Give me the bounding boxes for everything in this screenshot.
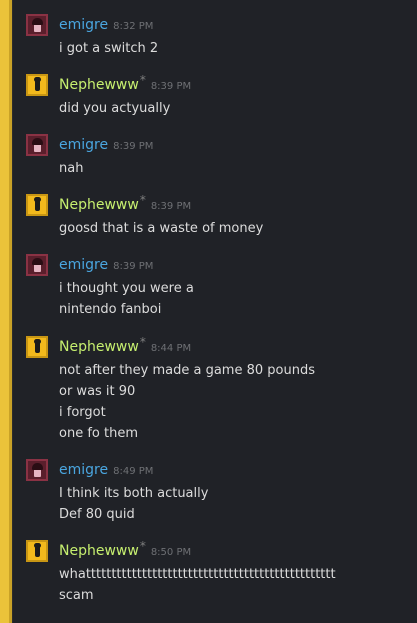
message-header: emigre 8:39 PM	[59, 134, 153, 154]
star-mark: *	[139, 73, 146, 87]
timestamp: 8:49 PM	[113, 466, 154, 477]
message-header: Nephewww* 8:50 PM	[59, 539, 192, 560]
pink-character-avatar-icon[interactable]	[26, 254, 48, 276]
author-name[interactable]: Nephewww	[59, 197, 139, 213]
pink-character-avatar-icon[interactable]	[26, 14, 48, 36]
star-mark: *	[139, 193, 146, 207]
chat-message: Nephewww* 8:50 PM whatttttttttttttttttttt…	[26, 539, 417, 606]
chat-message: Nephewww* 8:44 PM not after they made a g…	[26, 335, 417, 444]
gold-character-avatar-icon[interactable]	[26, 540, 48, 562]
chat-message: emigre 8:32 PM i got a switch 2	[26, 14, 417, 58]
message-header: Nephewww* 8:44 PM	[59, 335, 192, 356]
timestamp: 8:39 PM	[150, 201, 192, 212]
accent-bar	[0, 0, 13, 623]
message-line: one fo them	[59, 426, 138, 441]
author-name[interactable]: emigre	[59, 17, 108, 33]
message-header: Nephewww* 8:39 PM	[59, 193, 192, 214]
timestamp: 8:39 PM	[113, 261, 154, 272]
author-name[interactable]: emigre	[59, 137, 108, 153]
gold-character-avatar-icon[interactable]	[26, 74, 48, 96]
message-line: whattttttttttttttttttttttttttttttttttttt…	[59, 567, 336, 582]
message-header: emigre 8:39 PM	[59, 254, 153, 274]
pink-character-avatar-icon[interactable]	[26, 134, 48, 156]
gold-character-avatar-icon[interactable]	[26, 194, 48, 216]
author-name[interactable]: Nephewww	[59, 77, 139, 93]
message-body: not after they made a game 80 pounds or …	[59, 360, 407, 444]
author-name[interactable]: Nephewww	[59, 339, 139, 355]
message-line: i thought you were a	[59, 281, 194, 296]
message-body: i thought you were a nintendo fanboi	[59, 278, 407, 320]
message-line: nah	[59, 161, 84, 176]
timestamp: 8:39 PM	[150, 81, 192, 92]
chat-message: emigre 8:39 PM i thought you were a ninte…	[26, 254, 417, 320]
timestamp: 8:50 PM	[150, 547, 192, 558]
message-line: did you actyually	[59, 101, 171, 116]
author-name[interactable]: emigre	[59, 462, 108, 478]
author-name[interactable]: Nephewww	[59, 543, 139, 559]
timestamp: 8:44 PM	[150, 343, 192, 354]
star-mark: *	[139, 539, 146, 553]
timestamp: 8:32 PM	[113, 21, 154, 32]
message-line: scam	[59, 588, 94, 603]
chat-message: emigre 8:39 PM nah	[26, 134, 417, 178]
message-line: i got a switch 2	[59, 41, 159, 56]
message-line: Def 80 quid	[59, 507, 135, 522]
message-line: nintendo fanboi	[59, 302, 162, 317]
star-mark: *	[139, 335, 146, 349]
gold-character-avatar-icon[interactable]	[26, 336, 48, 358]
timestamp: 8:39 PM	[113, 141, 154, 152]
chat-message: emigre 8:49 PM I think its both actually …	[26, 459, 417, 525]
pink-character-avatar-icon[interactable]	[26, 459, 48, 481]
message-body: nah	[59, 158, 407, 179]
message-body: goosd that is a waste of money	[59, 218, 407, 239]
message-header: Nephewww* 8:39 PM	[59, 73, 192, 94]
message-line: I think its both actually	[59, 486, 209, 501]
author-name[interactable]: emigre	[59, 257, 108, 273]
chat-message: Nephewww* 8:39 PM did you actyually	[26, 73, 417, 119]
message-line: or was it 90	[59, 384, 136, 399]
message-body: i got a switch 2	[59, 38, 407, 59]
message-line: not after they made a game 80 pounds	[59, 363, 315, 378]
message-line: goosd that is a waste of money	[59, 221, 264, 236]
message-header: emigre 8:49 PM	[59, 459, 153, 479]
message-body: did you actyually	[59, 98, 407, 119]
message-body: whattttttttttttttttttttttttttttttttttttt…	[59, 564, 407, 606]
chat-window: emigre 8:32 PM i got a switch 2 Nephewww*…	[0, 0, 417, 623]
message-header: emigre 8:32 PM	[59, 14, 153, 34]
message-body: I think its both actually Def 80 quid	[59, 483, 407, 525]
message-line: i forgot	[59, 405, 106, 420]
chat-message: Nephewww* 8:39 PM goosd that is a waste o…	[26, 193, 417, 239]
